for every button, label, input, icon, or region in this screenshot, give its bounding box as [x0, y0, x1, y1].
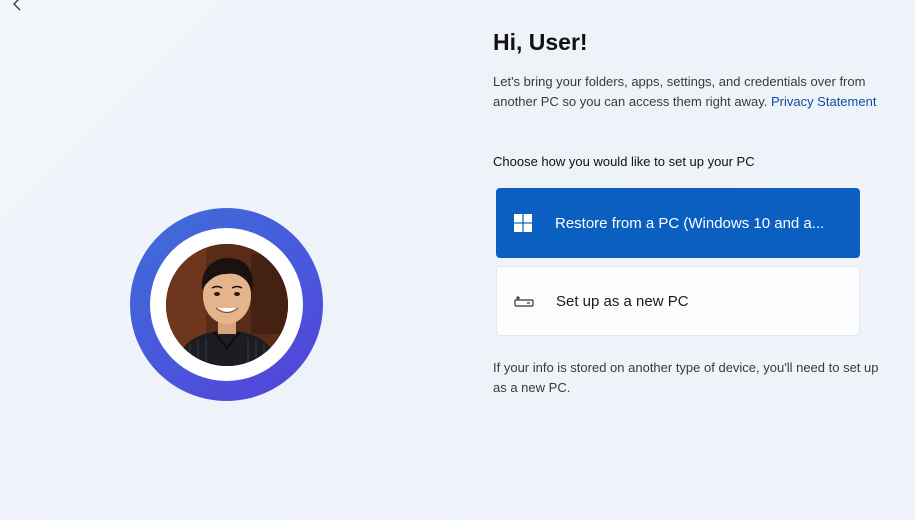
intro-paragraph: Let's bring your folders, apps, settings…	[493, 72, 878, 112]
other-device-note: If your info is stored on another type o…	[493, 360, 879, 395]
setup-prompt: Choose how you would like to set up your…	[493, 154, 755, 169]
avatar-ring	[150, 228, 303, 381]
windows-logo-icon	[512, 212, 534, 234]
user-portrait-image	[165, 243, 288, 366]
privacy-statement-link[interactable]: Privacy Statement	[771, 94, 877, 109]
back-arrow-icon	[13, 0, 21, 11]
avatar-photo	[165, 243, 288, 366]
restore-from-pc-label: Restore from a PC (Windows 10 and a...	[555, 214, 825, 232]
new-pc-icon	[513, 290, 535, 312]
user-avatar	[130, 208, 323, 401]
set-up-new-pc-button[interactable]: Set up as a new PC	[496, 266, 860, 336]
back-button[interactable]	[4, 0, 32, 14]
page-title: Hi, User!	[493, 29, 588, 55]
restore-from-pc-button[interactable]: Restore from a PC (Windows 10 and a...	[496, 188, 860, 258]
set-up-new-pc-label: Set up as a new PC	[556, 292, 689, 310]
